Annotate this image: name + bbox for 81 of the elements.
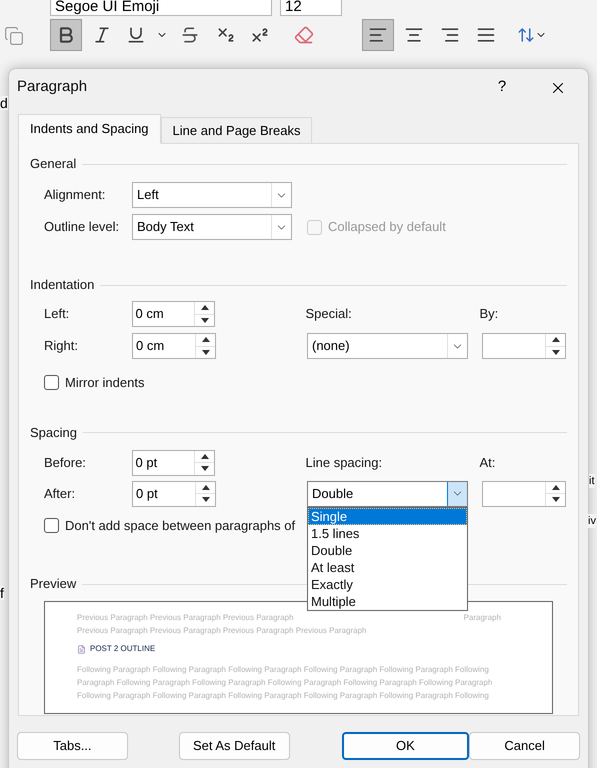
combo-value: (none) <box>311 337 351 355</box>
preview-heading: POST 2 OUTLINE <box>90 643 156 655</box>
spin-value: 0 cm <box>135 337 166 355</box>
group-legend: General <box>30 154 76 174</box>
alignment-dropdown[interactable]: Left <box>132 182 292 208</box>
combo-value: Body Text <box>136 218 195 236</box>
up-arrow-icon <box>200 305 209 310</box>
down-arrow-icon <box>552 497 560 502</box>
tab[interactable]: Indents and Spacing <box>18 114 161 144</box>
down-arrow-icon <box>200 466 209 472</box>
eraser-icon <box>294 25 314 45</box>
font-size-field[interactable]: 12 <box>280 0 342 16</box>
combo-value: Left <box>136 186 160 204</box>
up-arrow-icon <box>552 484 560 490</box>
field-label: Before: <box>44 454 87 472</box>
up-arrow-icon <box>202 337 210 342</box>
field-label: Alignment: <box>44 186 106 204</box>
spin-value: 0 cm <box>134 305 165 323</box>
dropdown-option[interactable]: Exactly <box>308 576 467 592</box>
up-arrow-icon <box>200 454 209 459</box>
down-arrow-icon <box>552 350 560 355</box>
dropdown-option[interactable]: Single <box>308 508 467 524</box>
down-arrow-icon <box>200 318 209 323</box>
bold-button[interactable] <box>50 19 82 51</box>
preview-text: Following Paragraph Following Paragraph Following Paragraph Following Paragraph Following Paragraph Following <box>77 664 490 676</box>
field-label: At: <box>480 454 496 472</box>
dialog-title: Paragraph <box>17 77 88 98</box>
outline-level-dropdown[interactable]: Body Text <box>132 214 292 240</box>
left-indent-spinbox[interactable]: 0 cm <box>132 301 216 327</box>
field-label: Right: <box>44 337 79 356</box>
copy-icon <box>4 26 24 46</box>
field-label: Line spacing: <box>306 454 384 472</box>
after-spinbox[interactable]: 0 pt <box>132 480 216 506</box>
strikethrough-icon <box>180 25 200 45</box>
up-arrow-icon <box>552 337 560 342</box>
font-name-field[interactable]: Segoe UI Emoji <box>50 0 272 16</box>
spin-value: 0 pt <box>134 454 158 472</box>
dialog-button[interactable]: OK <box>342 732 470 760</box>
preview-text: Following Paragraph Following Paragraph Following Paragraph Following Paragraph Following Paragraph Following <box>77 690 490 702</box>
checkbox[interactable] <box>44 518 59 533</box>
align-left-button[interactable] <box>362 19 394 51</box>
background-text: d <box>0 96 8 110</box>
special-dropdown[interactable]: (none) <box>307 333 468 359</box>
preview-text: Previous Paragraph Previous Paragraph Previous Paragraph <box>77 612 294 624</box>
tab[interactable]: Line and Page Breaks <box>160 117 312 143</box>
before-spinbox[interactable]: 0 pt <box>132 450 216 476</box>
right-indent-spinbox[interactable]: 0 cm <box>132 333 216 359</box>
dialog-button[interactable]: Cancel <box>469 732 580 760</box>
dropdown-option[interactable]: At least <box>308 558 467 576</box>
group-legend: Indentation <box>30 275 94 295</box>
dialog-button[interactable]: Set As Default <box>178 732 290 760</box>
combo-value: Double <box>311 484 354 502</box>
dropdown-option[interactable]: Double <box>308 542 467 558</box>
up-down-arrows-icon <box>517 26 535 44</box>
underline-icon <box>126 25 146 45</box>
up-arrow-icon <box>202 484 210 490</box>
field-label: Outline level: <box>44 218 120 236</box>
field-label: By: <box>480 305 500 324</box>
document-icon <box>77 644 86 654</box>
dialog-button[interactable]: Tabs... <box>17 732 128 760</box>
field-label: After: <box>44 484 76 503</box>
group-legend: Preview <box>30 574 76 594</box>
dropdown-option[interactable]: Multiple <box>308 592 467 610</box>
checkbox-label: Collapsed by default <box>328 218 446 236</box>
down-arrow-icon <box>202 497 210 502</box>
preview-text: Previous Paragraph Previous Paragraph Previous Paragraph Previous Paragraph <box>77 625 368 637</box>
group-legend: Spacing <box>30 422 77 442</box>
preview-text: Paragraph <box>464 612 501 624</box>
checkbox[interactable] <box>44 375 59 390</box>
checkbox-label: Mirror indents <box>65 374 144 392</box>
help-button[interactable]: ? <box>484 74 520 102</box>
background-text: iv <box>588 514 596 528</box>
line-spacing-dropdown[interactable]: Double <box>307 480 468 506</box>
field-label: Left: <box>44 305 70 324</box>
checkbox-label: Don't add space between paragraphs of <box>65 516 296 535</box>
dropdown-option[interactable]: 1.5 lines <box>308 524 467 542</box>
field-label: Special: <box>306 305 353 324</box>
preview-text: Paragraph Following Paragraph Following Paragraph Following Paragraph Following Paragraph Following Paragraph <box>77 677 494 689</box>
spin-value: 0 pt <box>135 484 159 503</box>
background-text: f <box>0 586 4 600</box>
down-arrow-icon <box>202 350 210 355</box>
